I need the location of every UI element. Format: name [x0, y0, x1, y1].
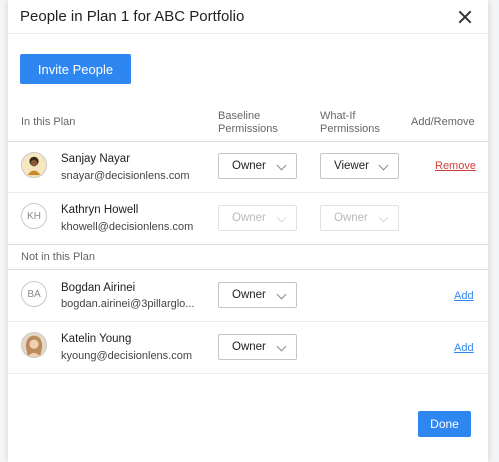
person-email: bogdan.airinei@3pillarglo... [61, 298, 195, 310]
person-name: Bogdan Airinei [61, 282, 136, 294]
select-value: Owner [232, 289, 266, 301]
baseline-permission-select[interactable]: Owner [218, 334, 297, 360]
column-header-in-plan: In this Plan [21, 116, 76, 128]
avatar-initials: KH [27, 210, 41, 222]
select-value: Owner [334, 212, 368, 224]
person-name: Kathryn Howell [61, 204, 139, 216]
column-header-whatif: What-If Permissions [320, 110, 380, 135]
table-row: KH Kathryn Howell khowell@decisionlens.c… [8, 193, 488, 243]
chevron-down-icon [276, 160, 287, 171]
select-value: Owner [232, 160, 266, 172]
chevron-down-icon [276, 212, 287, 223]
chevron-down-icon [378, 212, 389, 223]
people-in-plan-modal: People in Plan 1 for ABC Portfolio Invit… [8, 0, 488, 462]
whatif-permission-select: Owner [320, 205, 399, 231]
baseline-permission-select[interactable]: Owner [218, 282, 297, 308]
chevron-down-icon [276, 341, 287, 352]
background-left-strip [0, 0, 8, 462]
whatif-permission-select[interactable]: Viewer [320, 153, 399, 179]
person-email: snayar@decisionlens.com [61, 170, 190, 182]
chevron-down-icon [378, 160, 389, 171]
done-button[interactable]: Done [418, 411, 471, 437]
avatar-photo-icon [22, 333, 46, 357]
add-link[interactable]: Add [454, 290, 474, 302]
person-name: Katelin Young [61, 333, 132, 345]
modal-title: People in Plan 1 for ABC Portfolio [20, 8, 245, 25]
person-name: Sanjay Nayar [61, 153, 131, 165]
avatar-photo-icon [22, 153, 46, 177]
remove-link[interactable]: Remove [435, 160, 476, 172]
table-row: BA Bogdan Airinei bogdan.airinei@3pillar… [8, 270, 488, 320]
column-header-baseline: Baseline Permissions [218, 110, 278, 135]
table-row: Sanjay Nayar snayar@decisionlens.com Own… [8, 142, 488, 192]
invite-people-button[interactable]: Invite People [20, 54, 131, 84]
avatar: KH [21, 203, 47, 229]
avatar-initials: BA [27, 288, 41, 300]
baseline-permission-select: Owner [218, 205, 297, 231]
avatar-photo-icon [21, 152, 47, 178]
select-value: Owner [232, 341, 266, 353]
modal-header: People in Plan 1 for ABC Portfolio [8, 0, 488, 34]
avatar: BA [21, 281, 47, 307]
background-right-strip [488, 0, 499, 462]
table-row: Katelin Young kyoung@decisionlens.com Ow… [8, 322, 488, 372]
close-icon[interactable] [456, 8, 474, 26]
select-value: Viewer [334, 160, 369, 172]
column-header-add-remove: Add/Remove [411, 116, 475, 128]
person-email: khowell@decisionlens.com [61, 221, 194, 233]
divider [8, 244, 488, 245]
baseline-permission-select[interactable]: Owner [218, 153, 297, 179]
select-value: Owner [232, 212, 266, 224]
divider [8, 373, 488, 374]
avatar-photo-icon [21, 332, 47, 358]
section-label-not-in-plan: Not in this Plan [21, 251, 95, 263]
person-email: kyoung@decisionlens.com [61, 350, 193, 362]
add-link[interactable]: Add [454, 342, 474, 354]
chevron-down-icon [276, 289, 287, 300]
